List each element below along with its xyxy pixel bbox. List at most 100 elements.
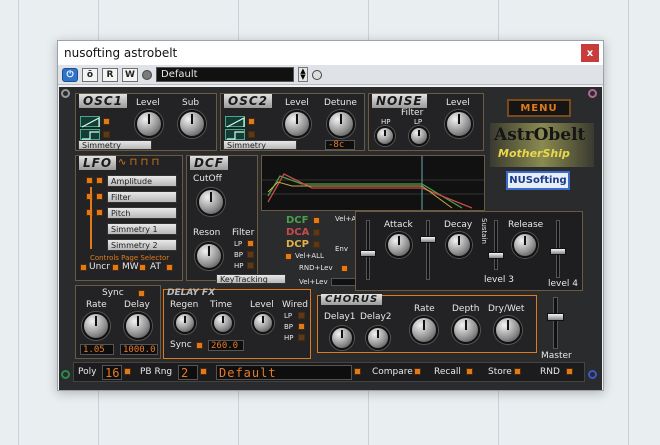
delay-bp-label: BP xyxy=(284,323,294,331)
lfo-target-led[interactable] xyxy=(96,209,103,216)
keytracking-select[interactable]: KeyTracking xyxy=(216,274,286,284)
recall-button[interactable] xyxy=(466,368,473,375)
osc2-symmetry-select[interactable]: Simmetry xyxy=(223,140,297,150)
env-dcp-led[interactable] xyxy=(313,241,320,248)
chorus-delay1-knob[interactable] xyxy=(330,326,354,350)
chorus-delay2-knob[interactable] xyxy=(366,326,390,350)
preset-spinner-icon[interactable] xyxy=(354,368,361,375)
preset-arrows-icon[interactable]: ▲ ▼ xyxy=(298,67,308,82)
env-dcf-led[interactable] xyxy=(313,217,320,224)
delay-level-knob[interactable] xyxy=(252,312,274,334)
square-wave-icon[interactable] xyxy=(225,129,245,140)
preset-display[interactable]: Default xyxy=(216,365,352,380)
read-automation-button[interactable]: R xyxy=(102,67,118,82)
lfo-target-led[interactable] xyxy=(96,193,103,200)
store-button[interactable] xyxy=(514,368,521,375)
decay-knob[interactable] xyxy=(446,232,472,258)
sidechain-icon[interactable] xyxy=(142,69,152,80)
lfo-target-filter[interactable]: Filter xyxy=(107,191,177,203)
env-dca-led[interactable] xyxy=(313,229,320,236)
env-dca-tag: DCA xyxy=(286,227,310,238)
saw-wave-icon[interactable] xyxy=(80,116,100,128)
lfo-target-pitch[interactable]: Pitch xyxy=(107,207,177,219)
lfo-shape-icon[interactable]: ∿ ⊓ ⊓ ⊓ xyxy=(118,157,159,168)
sustain-fader-cap[interactable] xyxy=(488,252,504,259)
lfo-target-led[interactable] xyxy=(86,177,93,184)
lfo-uncr-toggle[interactable] xyxy=(112,264,119,271)
osc1-symmetry-select[interactable]: Simmetry xyxy=(78,140,152,150)
level1-fader-cap[interactable] xyxy=(360,250,376,257)
delay-wired-label: Wired xyxy=(282,300,308,310)
write-automation-button[interactable]: W xyxy=(122,67,138,82)
lfo-delay-label: Delay xyxy=(124,300,150,310)
level4-fader-cap[interactable] xyxy=(550,248,566,255)
delay-time-knob[interactable] xyxy=(212,312,234,334)
dcf-lp-led[interactable] xyxy=(247,240,254,247)
power-icon[interactable]: ⏻ xyxy=(62,67,78,82)
osc1-wave-led[interactable] xyxy=(103,131,110,138)
lfo-target-led[interactable] xyxy=(96,177,103,184)
vel-all-led[interactable] xyxy=(285,253,292,260)
chorus-drywet-knob[interactable] xyxy=(494,316,522,344)
dcf-reson-knob[interactable] xyxy=(195,242,223,270)
menu-button[interactable]: MENU xyxy=(507,99,571,117)
envelope-controls: Attack Decay Sustain Release level 3 lev… xyxy=(355,211,583,291)
delay-lp-led[interactable] xyxy=(298,312,305,319)
noise-hp-knob[interactable] xyxy=(375,126,395,146)
lfo-delay-knob[interactable] xyxy=(124,312,152,340)
lfo-uncr-led[interactable] xyxy=(80,264,87,271)
master-fader-cap[interactable] xyxy=(547,313,564,321)
square-wave-icon[interactable] xyxy=(80,129,100,140)
nusofting-link[interactable]: NUSofting xyxy=(506,171,570,190)
level2-fader-cap[interactable] xyxy=(420,236,436,243)
lfo-mw-toggle[interactable] xyxy=(139,264,146,271)
delay-hp-led[interactable] xyxy=(298,334,305,341)
poly-spinner-icon[interactable] xyxy=(124,368,131,375)
osc2-detune-knob[interactable] xyxy=(327,110,355,138)
dcf-cutoff-knob[interactable] xyxy=(197,188,225,216)
dcf-reson-label: Reson xyxy=(193,228,221,238)
osc2-wave-led[interactable] xyxy=(248,118,255,125)
noise-level-knob[interactable] xyxy=(445,110,473,138)
lfo-target-symmetry1[interactable]: Simmetry 1 xyxy=(107,223,177,235)
rnd-button[interactable] xyxy=(566,368,573,375)
osc2-level-knob[interactable] xyxy=(283,110,311,138)
attack-knob[interactable] xyxy=(386,232,412,258)
host-preset-field[interactable]: Default xyxy=(156,67,294,82)
saw-wave-icon[interactable] xyxy=(225,116,245,128)
dcf-hp-led[interactable] xyxy=(247,262,254,269)
sync-led[interactable] xyxy=(138,290,145,297)
chorus-depth-knob[interactable] xyxy=(452,316,480,344)
osc1-sub-knob[interactable] xyxy=(178,110,206,138)
dcf-bp-led[interactable] xyxy=(247,251,254,258)
release-knob[interactable] xyxy=(512,232,538,258)
delay-regen-knob[interactable] xyxy=(174,312,196,334)
close-button[interactable]: x xyxy=(581,44,599,62)
pb-range-spinner-icon[interactable] xyxy=(200,368,207,375)
compare-button[interactable] xyxy=(414,368,421,375)
osc2-wave-led[interactable] xyxy=(248,131,255,138)
delay-bp-led[interactable] xyxy=(298,323,305,330)
title-bar[interactable]: nusofting astrobelt x xyxy=(58,41,603,65)
delay-sync-led[interactable] xyxy=(196,342,203,349)
preset-browser-icon[interactable] xyxy=(312,69,322,80)
poly-value[interactable]: 16 xyxy=(102,365,122,380)
pb-range-value[interactable]: 2 xyxy=(178,365,198,380)
chorus-section: CHORUS Delay1 Delay2 Rate Depth Dry/Wet xyxy=(317,294,537,353)
dcf-section: DCF CutOff Reson Filter LP BP HP xyxy=(186,155,258,281)
osc1-level-knob[interactable] xyxy=(135,110,163,138)
lfo-target-amplitude[interactable]: Amplitude xyxy=(107,175,177,187)
chorus-rate-knob[interactable] xyxy=(410,316,438,344)
sustain-fader[interactable] xyxy=(494,220,498,270)
rnd-lev-led[interactable] xyxy=(341,265,348,272)
lfo-at-toggle[interactable] xyxy=(166,264,173,271)
chorus-delay1-label: Delay1 xyxy=(324,312,356,322)
window-title: nusofting astrobelt xyxy=(64,46,178,60)
lfo-rate-knob[interactable] xyxy=(82,312,110,340)
lfo-target-symmetry2[interactable]: Simmetry 2 xyxy=(107,239,177,251)
osc1-wave-led[interactable] xyxy=(103,118,110,125)
master-fader[interactable] xyxy=(553,297,558,349)
compare-icon[interactable]: ō xyxy=(82,67,98,82)
noise-lp-knob[interactable] xyxy=(409,126,429,146)
level2-fader[interactable] xyxy=(426,220,430,280)
